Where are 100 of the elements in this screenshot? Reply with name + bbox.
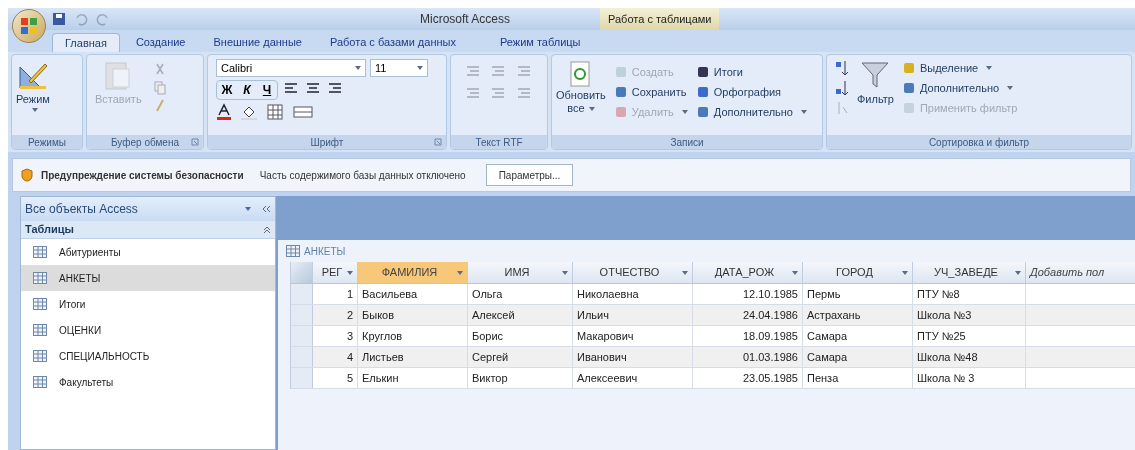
- table-icon: [33, 350, 47, 362]
- dropdown-caret-icon: [1015, 270, 1021, 275]
- document-tab[interactable]: АНКЕТЫ: [278, 240, 1135, 262]
- scissors-icon: [153, 63, 166, 77]
- column-header[interactable]: УЧ_ЗАВЕДЕ: [913, 262, 1026, 283]
- group-label: Шрифт: [310, 135, 344, 149]
- gridlines-icon[interactable]: [266, 103, 284, 121]
- font-name-field[interactable]: Calibri: [216, 59, 366, 77]
- table-cell: Круглов: [358, 326, 468, 346]
- group-label: Буфер обмена: [111, 135, 179, 149]
- ribbon-command[interactable]: Орфография: [695, 83, 807, 101]
- column-header[interactable]: ГОРОД: [803, 262, 913, 283]
- dropdown-caret-icon: [562, 270, 568, 275]
- table-cell: Ильич: [573, 305, 693, 325]
- ribbon-tab[interactable]: Работа с базами данных: [317, 33, 468, 52]
- window-title: Microsoft Access: [420, 11, 511, 28]
- dropdown-caret-icon: [792, 270, 798, 275]
- collapse-section-icon[interactable]: [263, 225, 271, 234]
- add-field-header[interactable]: Добавить пол: [1026, 262, 1135, 283]
- group-label: Режимы: [28, 135, 66, 149]
- table-cell: Быков: [358, 305, 468, 325]
- ribbon-tab[interactable]: Режим таблицы: [487, 33, 593, 52]
- table-cell: 3: [313, 326, 358, 346]
- table-cell: 24.04.1986: [693, 305, 803, 325]
- office-button[interactable]: [12, 9, 46, 43]
- dropdown-caret-icon: [681, 110, 688, 114]
- dropdown-caret-icon: [457, 270, 463, 275]
- context-tab-title: Работа с таблицами: [600, 8, 720, 30]
- ribbon-command[interactable]: Выделение: [901, 59, 1018, 77]
- ribbon-command[interactable]: Итоги: [695, 63, 807, 81]
- ribbon-tab[interactable]: Главная: [52, 33, 120, 52]
- select-all-cell[interactable]: [291, 262, 313, 283]
- column-header[interactable]: ОТЧЕСТВО: [573, 262, 693, 283]
- nav-item[interactable]: Абитуриенты: [21, 239, 275, 265]
- table-cell: Школа №48: [913, 347, 1026, 367]
- table-icon: [33, 298, 47, 310]
- nav-section-header[interactable]: Таблицы: [25, 221, 74, 238]
- table-cell: Алексей: [468, 305, 573, 325]
- ribbon-command[interactable]: Сохранить: [613, 83, 688, 101]
- font-style-button[interactable]: Ч: [257, 81, 277, 99]
- shield-icon: [21, 168, 33, 182]
- table-cell: Васильева: [358, 284, 468, 304]
- office-logo-icon: [20, 17, 38, 35]
- row-color-icon[interactable]: [292, 103, 314, 121]
- table-cell: 18.09.1985: [693, 326, 803, 346]
- table-cell: Макарович: [573, 326, 693, 346]
- table-cell: 5: [313, 368, 358, 388]
- dropdown-caret-icon: [355, 66, 361, 70]
- font-color-icon[interactable]: [216, 103, 232, 121]
- nav-item[interactable]: АНКЕТЫ: [21, 265, 275, 291]
- table-cell: Сергей: [468, 347, 573, 367]
- table-cell: Ольга: [468, 284, 573, 304]
- table-icon: [33, 324, 47, 336]
- group-label: Записи: [670, 135, 704, 149]
- sort-descending-icon[interactable]: [835, 79, 849, 97]
- table-cell: 01.03.1986: [693, 347, 803, 367]
- ribbon-command[interactable]: Дополнительно: [901, 79, 1018, 97]
- column-header[interactable]: ДАТА_РОЖ: [693, 262, 803, 283]
- nav-item[interactable]: ОЦЕНКИ: [21, 317, 275, 343]
- dropdown-caret-icon: [31, 107, 38, 112]
- view-button[interactable]: Режим: [12, 55, 54, 112]
- nav-item[interactable]: Итоги: [21, 291, 275, 317]
- dialog-launcher-icon: [191, 138, 199, 146]
- table-icon: [33, 272, 47, 284]
- dropdown-caret-icon: [801, 110, 807, 114]
- dropdown-caret-icon: [417, 66, 423, 70]
- font-style-button[interactable]: Ж: [217, 81, 237, 99]
- dropdown-caret-icon: [986, 66, 993, 70]
- dropdown-caret-icon: [588, 106, 595, 111]
- table-cell: Виктор: [468, 368, 573, 388]
- column-header[interactable]: ИМЯ: [468, 262, 573, 283]
- ribbon-command[interactable]: Дополнительно: [695, 103, 807, 121]
- table-icon: [286, 245, 300, 257]
- security-warning-message: Часть содержимого базы данных отключено: [259, 168, 466, 183]
- column-header[interactable]: ФАМИЛИЯ: [358, 262, 468, 283]
- nav-pane-title: Все объекты Access: [25, 201, 138, 218]
- save-icon[interactable]: [52, 12, 66, 26]
- dropdown-caret-icon: [347, 270, 353, 275]
- font-style-button[interactable]: К: [237, 81, 257, 99]
- table-cell: 1: [313, 284, 358, 304]
- table-cell: Самара: [803, 347, 913, 367]
- table-cell: Школа №3: [913, 305, 1026, 325]
- ribbon-tab[interactable]: Внешние данные: [201, 33, 314, 52]
- table-cell: Елькин: [358, 368, 468, 388]
- table-cell: Листьев: [358, 347, 468, 367]
- dropdown-caret-icon: [682, 270, 688, 275]
- sort-ascending-icon[interactable]: [835, 59, 849, 77]
- nav-item[interactable]: Факультеты: [21, 369, 275, 395]
- table-cell: Иванович: [573, 347, 693, 367]
- refresh-all-button[interactable]: Обновить все: [556, 59, 606, 121]
- ribbon-tab[interactable]: Создание: [123, 33, 198, 52]
- collapse-pane-icon[interactable]: [261, 204, 271, 214]
- filter-button[interactable]: Фильтр: [857, 59, 894, 117]
- table-icon: [33, 376, 47, 388]
- font-size-field[interactable]: 11: [370, 59, 428, 77]
- nav-item[interactable]: СПЕЦИАЛЬНОСТЬ: [21, 343, 275, 369]
- table-cell: 4: [313, 347, 358, 367]
- options-button[interactable]: Параметры...: [485, 164, 574, 186]
- table-cell: 23.05.1985: [693, 368, 803, 388]
- dropdown-caret-icon: [1007, 86, 1014, 90]
